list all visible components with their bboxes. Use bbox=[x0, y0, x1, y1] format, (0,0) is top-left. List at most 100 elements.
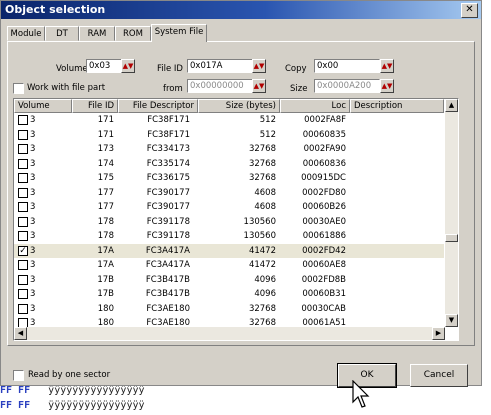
cell-size: 32768 bbox=[248, 144, 276, 154]
column-header-file-id[interactable]: File ID bbox=[72, 99, 118, 113]
cell-descriptor: FC391178 bbox=[146, 231, 190, 241]
close-button[interactable]: ✕ bbox=[461, 3, 478, 18]
from-spin-button[interactable]: ▲▼ bbox=[252, 79, 266, 93]
arrow-left-icon: ◀ bbox=[17, 329, 24, 337]
cell-descriptor: FC38F171 bbox=[147, 115, 190, 125]
system-file-list[interactable]: Volume File ID File Descriptor Size (byt… bbox=[13, 98, 459, 341]
table-row[interactable]: 3 17B FC3B417B 4096 00060B31 bbox=[14, 287, 444, 302]
cell-descriptor: FC334173 bbox=[146, 144, 190, 154]
table-row[interactable]: 3 17A FC3A417A 41472 00060AE8 bbox=[14, 258, 444, 273]
table-row[interactable]: 3 178 FC391178 130560 00030AE0 bbox=[14, 215, 444, 230]
column-header-size[interactable]: Size (bytes) bbox=[198, 99, 280, 113]
table-row[interactable]: 3 174 FC335174 32768 00060836 bbox=[14, 157, 444, 172]
read-by-one-sector-checkbox[interactable] bbox=[13, 370, 24, 381]
table-row[interactable]: ✓ 3 17A FC3A417A 41472 0002FD42 bbox=[14, 243, 444, 258]
scroll-right-button[interactable]: ▶ bbox=[432, 327, 445, 340]
table-row[interactable]: 3 17B FC3B417B 4096 0002FD8B bbox=[14, 273, 444, 288]
fileid-spin-button[interactable]: ▲▼ bbox=[252, 59, 266, 73]
table-row[interactable]: 3 173 FC334173 32768 0002FA90 bbox=[14, 142, 444, 157]
cell-volume: 3 bbox=[30, 303, 36, 314]
row-checkbox[interactable] bbox=[18, 274, 28, 285]
cell-descriptor: FC335174 bbox=[146, 158, 190, 169]
volume-spin-button[interactable]: ▲▼ bbox=[121, 59, 135, 73]
cell-volume: 3 bbox=[30, 231, 36, 241]
scroll-down-button[interactable]: ▼ bbox=[445, 314, 458, 327]
column-header-description[interactable]: Description bbox=[350, 99, 444, 113]
size-spin-button[interactable]: ▲▼ bbox=[380, 79, 394, 93]
cell-size: 41472 bbox=[248, 245, 276, 256]
cell-descriptor: FC336175 bbox=[146, 173, 190, 183]
background-line: FF FF ÿÿÿÿÿÿÿÿÿÿÿÿÿÿÿÿ bbox=[0, 400, 145, 411]
row-checkbox[interactable] bbox=[18, 129, 28, 140]
copy-spin-button[interactable]: ▲▼ bbox=[380, 59, 394, 73]
scroll-up-button[interactable]: ▲ bbox=[445, 99, 458, 112]
tab-system-file[interactable]: System File bbox=[151, 24, 207, 42]
table-row[interactable]: 3 177 FC390177 4608 0002FD80 bbox=[14, 186, 444, 201]
row-checkbox[interactable] bbox=[18, 144, 28, 154]
fileid-input[interactable]: 0x017A bbox=[187, 59, 253, 73]
cell-size: 512 bbox=[259, 115, 276, 125]
cell-file-id: 17B bbox=[97, 274, 114, 285]
vertical-scroll-thumb[interactable] bbox=[445, 234, 458, 242]
volume-input[interactable]: 0x03 bbox=[86, 59, 122, 73]
cell-size: 130560 bbox=[243, 231, 276, 241]
table-row[interactable]: 3 175 FC336175 32768 000915DC bbox=[14, 171, 444, 186]
copy-label: Copy bbox=[285, 64, 307, 74]
cell-loc: 0002FA90 bbox=[303, 144, 346, 154]
cell-loc: 00060835 bbox=[302, 129, 346, 140]
table-row[interactable]: 3 178 FC391178 130560 00061886 bbox=[14, 229, 444, 244]
cell-size: 32768 bbox=[248, 173, 276, 183]
cell-descriptor: FC3A417A bbox=[145, 245, 190, 256]
vertical-scrollbar[interactable]: ▲ ▼ bbox=[445, 99, 458, 327]
row-checkbox[interactable]: ✓ bbox=[18, 245, 28, 256]
title-bar[interactable]: Object selection ✕ bbox=[1, 1, 481, 19]
cell-loc: 000915DC bbox=[301, 173, 346, 183]
cell-file-id: 171 bbox=[97, 115, 114, 125]
read-by-one-sector-label: Read by one sector bbox=[28, 370, 111, 380]
work-with-file-part-label: Work with file part bbox=[27, 83, 106, 93]
row-checkbox[interactable] bbox=[18, 173, 28, 183]
list-header: Volume File ID File Descriptor Size (byt… bbox=[14, 99, 444, 113]
table-row[interactable]: 3 171 FC38F171 512 0002FA8F bbox=[14, 113, 444, 128]
copy-input[interactable]: 0x00 bbox=[314, 59, 380, 73]
column-header-file-descriptor[interactable]: File Descriptor bbox=[118, 99, 198, 113]
cell-loc: 00060836 bbox=[302, 158, 346, 169]
mouse-pointer-icon bbox=[352, 380, 370, 408]
horizontal-scrollbar[interactable]: ◀ ▶ bbox=[14, 327, 445, 340]
table-row[interactable]: 3 177 FC390177 4608 00060B26 bbox=[14, 200, 444, 215]
column-header-volume[interactable]: Volume bbox=[14, 99, 72, 113]
spin-arrows-icon: ▲▼ bbox=[381, 82, 393, 90]
cell-file-id: 174 bbox=[97, 158, 114, 169]
row-checkbox[interactable] bbox=[18, 187, 28, 198]
row-checkbox[interactable] bbox=[18, 158, 28, 169]
tab-module[interactable]: Module bbox=[7, 26, 45, 41]
cell-loc: 00060B26 bbox=[302, 202, 346, 212]
cell-volume: 3 bbox=[30, 187, 36, 198]
cell-size: 32768 bbox=[248, 303, 276, 314]
cell-file-id: 171 bbox=[97, 129, 114, 140]
size-input[interactable]: 0x0000A200 bbox=[314, 79, 380, 93]
row-checkbox[interactable] bbox=[18, 115, 28, 125]
table-row[interactable]: 3 171 FC38F171 512 00060835 bbox=[14, 128, 444, 143]
row-checkbox[interactable] bbox=[18, 202, 28, 212]
work-with-file-part-checkbox[interactable] bbox=[13, 83, 24, 94]
row-checkbox[interactable] bbox=[18, 231, 28, 241]
tab-ram[interactable]: RAM bbox=[79, 26, 115, 41]
cancel-button[interactable]: Cancel bbox=[410, 364, 468, 387]
scroll-left-button[interactable]: ◀ bbox=[14, 327, 27, 340]
tab-dt[interactable]: DT bbox=[45, 26, 79, 41]
cell-loc: 0002FD8B bbox=[301, 274, 346, 285]
from-input[interactable]: 0x00000000 bbox=[187, 79, 253, 93]
tab-rom[interactable]: ROM bbox=[115, 26, 151, 41]
row-checkbox[interactable] bbox=[18, 216, 28, 227]
cell-descriptor: FC391178 bbox=[146, 216, 190, 227]
cell-descriptor: FC3B417B bbox=[145, 274, 190, 285]
cell-volume: 3 bbox=[30, 173, 36, 183]
row-checkbox[interactable] bbox=[18, 260, 28, 270]
cell-file-id: 177 bbox=[97, 187, 114, 198]
cell-volume: 3 bbox=[30, 274, 36, 285]
row-checkbox[interactable] bbox=[18, 289, 28, 299]
column-header-loc[interactable]: Loc bbox=[280, 99, 350, 113]
row-checkbox[interactable] bbox=[18, 303, 28, 314]
table-row[interactable]: 3 180 FC3AE180 32768 00030CAB bbox=[14, 302, 444, 317]
